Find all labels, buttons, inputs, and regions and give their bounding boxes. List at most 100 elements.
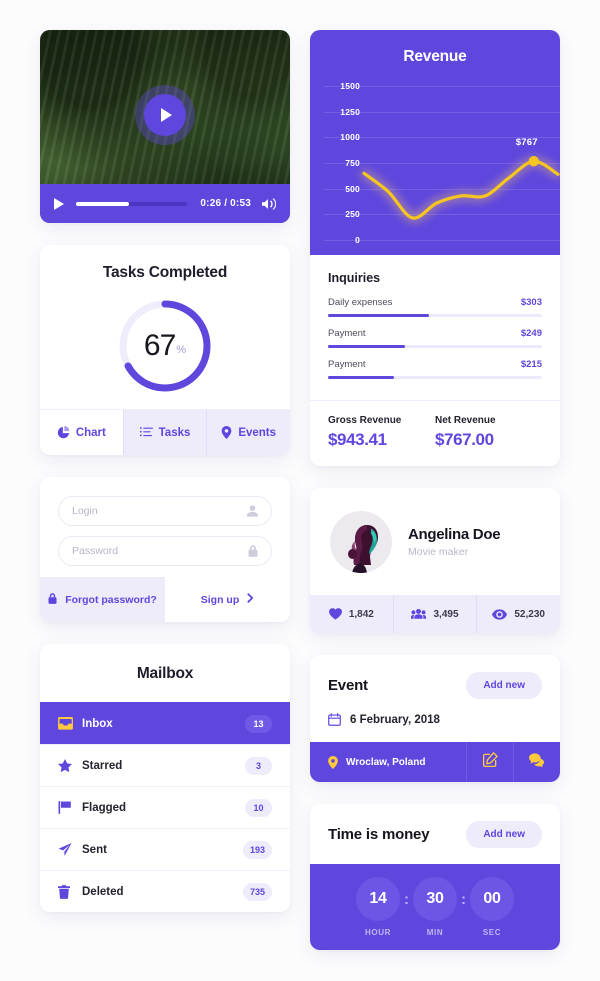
timer-min-value: 30 — [413, 877, 457, 921]
event-title: Event — [328, 677, 368, 694]
lock-icon — [48, 592, 57, 607]
inquiry-header: Payment $215 — [328, 359, 542, 370]
gross-revenue-cell: Gross Revenue $943.41 — [328, 415, 435, 450]
inquiry-row: Daily expenses $303 — [328, 297, 542, 317]
event-date-row: 6 February, 2018 — [328, 713, 542, 726]
inquiry-name: Payment — [328, 328, 366, 339]
volume-icon[interactable] — [262, 197, 276, 210]
mailbox-item-flagged[interactable]: Flagged 10 — [40, 786, 290, 828]
donut-value-label: 67 % — [115, 296, 215, 396]
video-seek-slider[interactable] — [76, 201, 188, 206]
inquiry-name: Daily expenses — [328, 297, 393, 308]
play-overlay-button[interactable] — [144, 93, 186, 136]
donut-chart-wrap: 67 % — [40, 282, 290, 409]
timer-title: Time is money — [328, 826, 430, 843]
timer-header: Time is money Add new — [310, 804, 560, 864]
inquiry-value: $303 — [520, 297, 542, 308]
tab-events[interactable]: Events — [206, 410, 290, 455]
inquiry-progress-track — [328, 314, 542, 317]
event-add-new-button[interactable]: Add new — [466, 672, 542, 699]
mailbox-item-starred[interactable]: Starred 3 — [40, 744, 290, 786]
donut-percent-symbol: % — [176, 344, 187, 356]
signup-button[interactable]: Sign up — [165, 577, 290, 622]
send-icon — [58, 843, 82, 856]
calendar-icon — [328, 713, 341, 726]
eye-icon — [492, 608, 508, 620]
revenue-line-chart: 1500 1250 1000 750 500 250 0 $767 — [310, 72, 560, 262]
profile-role: Movie maker — [408, 545, 469, 558]
mailbox-item-deleted[interactable]: Deleted 735 — [40, 870, 290, 912]
net-revenue-cell: Net Revenue $767.00 — [435, 415, 542, 450]
event-edit-button[interactable] — [466, 742, 513, 782]
forgot-password-button[interactable]: Forgot password? — [40, 577, 165, 622]
heart-icon — [328, 608, 342, 620]
timer-sec-label: SEC — [482, 928, 502, 937]
event-chat-button[interactable] — [513, 742, 560, 782]
timer-add-new-button[interactable]: Add new — [466, 821, 542, 848]
profile-identity: Angelina Doe Movie maker — [408, 526, 501, 558]
mailbox-item-count: 193 — [242, 840, 272, 859]
inquiry-progress-track — [328, 345, 542, 348]
users-icon — [411, 608, 427, 620]
event-footer: Wroclaw, Poland — [310, 742, 560, 782]
timer-sec-value: 00 — [470, 877, 514, 921]
mailbox-item-count: 10 — [245, 798, 272, 817]
mailbox-item-sent[interactable]: Sent 193 — [40, 828, 290, 870]
pie-chart-icon — [57, 426, 70, 439]
stat-value: 3,495 — [433, 608, 459, 620]
left-column: 0:26 / 0:53 Tasks Completed 67 % Chart T… — [40, 30, 290, 950]
timer-hour-label: HOUR — [365, 928, 391, 937]
inquiry-progress-fill — [328, 345, 406, 348]
event-body: Event Add new 6 February, 2018 — [310, 655, 560, 742]
mailbox-item-count: 13 — [245, 714, 272, 733]
list-icon — [139, 426, 153, 439]
password-input[interactable] — [72, 545, 248, 557]
dashboard-page: 0:26 / 0:53 Tasks Completed 67 % Chart T… — [0, 0, 600, 981]
user-icon — [247, 505, 258, 517]
flag-icon — [58, 801, 82, 814]
inquiry-progress-fill — [328, 314, 429, 317]
gross-revenue-amount: $943.41 — [328, 430, 387, 449]
page-title: Tasks Completed — [102, 264, 228, 281]
inquiry-progress-track — [328, 376, 542, 379]
event-location[interactable]: Wroclaw, Poland — [310, 742, 466, 782]
gross-revenue-label: Gross Revenue — [328, 415, 402, 426]
lock-icon — [248, 545, 258, 557]
stat-likes[interactable]: 1,842 — [310, 595, 393, 633]
forgot-password-label: Forgot password? — [65, 593, 157, 606]
login-footer: Forgot password? Sign up — [40, 577, 290, 622]
mailbox-title: Mailbox — [136, 665, 194, 682]
username-input[interactable] — [72, 505, 247, 517]
tab-tasks[interactable]: Tasks — [122, 410, 207, 455]
video-time-label: 0:26 / 0:53 — [200, 198, 251, 209]
card-grid: 0:26 / 0:53 Tasks Completed 67 % Chart T… — [40, 30, 560, 950]
tasks-completed-card: Tasks Completed 67 % Chart Tasks Events — [40, 245, 290, 455]
mailbox-item-label: Sent — [82, 843, 107, 856]
mailbox-item-label: Inbox — [82, 717, 113, 730]
net-revenue-label: Net Revenue — [435, 415, 496, 426]
inquiry-value: $249 — [520, 328, 542, 339]
video-player-card[interactable]: 0:26 / 0:53 — [40, 30, 290, 223]
map-pin-icon — [221, 426, 232, 439]
play-icon[interactable] — [54, 197, 64, 210]
inquiry-row: Payment $215 — [328, 359, 542, 379]
inquiry-progress-fill — [328, 376, 395, 379]
timer-hour-value: 14 — [356, 877, 400, 921]
tab-label: Events — [238, 426, 277, 439]
video-controls-bar[interactable]: 0:26 / 0:53 — [40, 184, 290, 223]
profile-header: Angelina Doe Movie maker — [310, 488, 560, 595]
inquiries-section: Inquiries Daily expenses $303 Payment $2… — [310, 255, 560, 401]
mailbox-item-inbox[interactable]: Inbox 13 — [40, 702, 290, 744]
stat-value: 1,842 — [348, 608, 374, 620]
event-card: Event Add new 6 February, 2018 Wroclaw, … — [310, 655, 560, 782]
stat-followers[interactable]: 3,495 — [392, 595, 477, 633]
stat-value: 52,230 — [514, 608, 545, 620]
tab-label: Chart — [75, 426, 106, 439]
password-field[interactable] — [58, 536, 272, 566]
inquiry-name: Payment — [328, 359, 366, 370]
inquiry-header: Payment $249 — [328, 328, 542, 339]
tab-chart[interactable]: Chart — [40, 410, 123, 455]
mailbox-item-count: 3 — [245, 756, 272, 775]
login-field[interactable] — [58, 496, 272, 526]
stat-views[interactable]: 52,230 — [476, 595, 560, 633]
